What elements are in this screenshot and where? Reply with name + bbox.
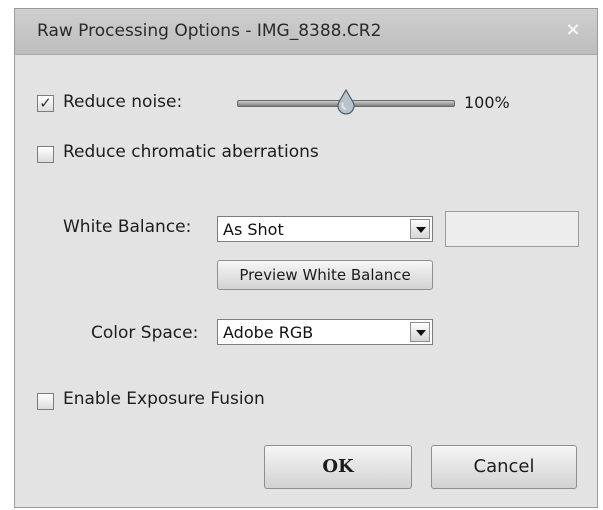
chevron-down-icon[interactable] xyxy=(410,322,430,342)
noise-value: 100% xyxy=(464,93,510,112)
preview-white-balance-button[interactable]: Preview White Balance xyxy=(217,260,433,290)
exposure-fusion-label: Enable Exposure Fusion xyxy=(63,389,265,409)
exposure-fusion-checkbox[interactable] xyxy=(37,393,54,410)
color-space-select[interactable]: Adobe RGB xyxy=(217,319,433,345)
reduce-noise-label: Reduce noise: xyxy=(63,92,183,112)
white-balance-select[interactable]: As Shot xyxy=(217,216,433,242)
white-balance-label: White Balance: xyxy=(63,217,192,237)
raw-processing-dialog: Raw Processing Options - IMG_8388.CR2 × … xyxy=(14,8,598,508)
color-space-label: Color Space: xyxy=(91,323,199,343)
dialog-title: Raw Processing Options - IMG_8388.CR2 xyxy=(37,21,382,41)
ok-button[interactable]: OK xyxy=(264,445,412,489)
chromatic-aberration-checkbox[interactable] xyxy=(37,146,54,163)
close-icon[interactable]: × xyxy=(563,20,583,40)
white-balance-value: As Shot xyxy=(223,220,284,239)
chromatic-aberration-label: Reduce chromatic aberrations xyxy=(63,142,319,162)
reduce-noise-checkbox[interactable]: ✓ xyxy=(37,95,54,112)
checkmark-icon: ✓ xyxy=(39,94,52,112)
cancel-button[interactable]: Cancel xyxy=(431,445,577,489)
slider-thumb-icon[interactable] xyxy=(334,89,358,115)
white-balance-custom-field[interactable] xyxy=(445,211,579,247)
color-space-value: Adobe RGB xyxy=(223,323,314,342)
title-bar[interactable]: Raw Processing Options - IMG_8388.CR2 × xyxy=(15,9,597,55)
chevron-down-icon[interactable] xyxy=(410,219,430,239)
